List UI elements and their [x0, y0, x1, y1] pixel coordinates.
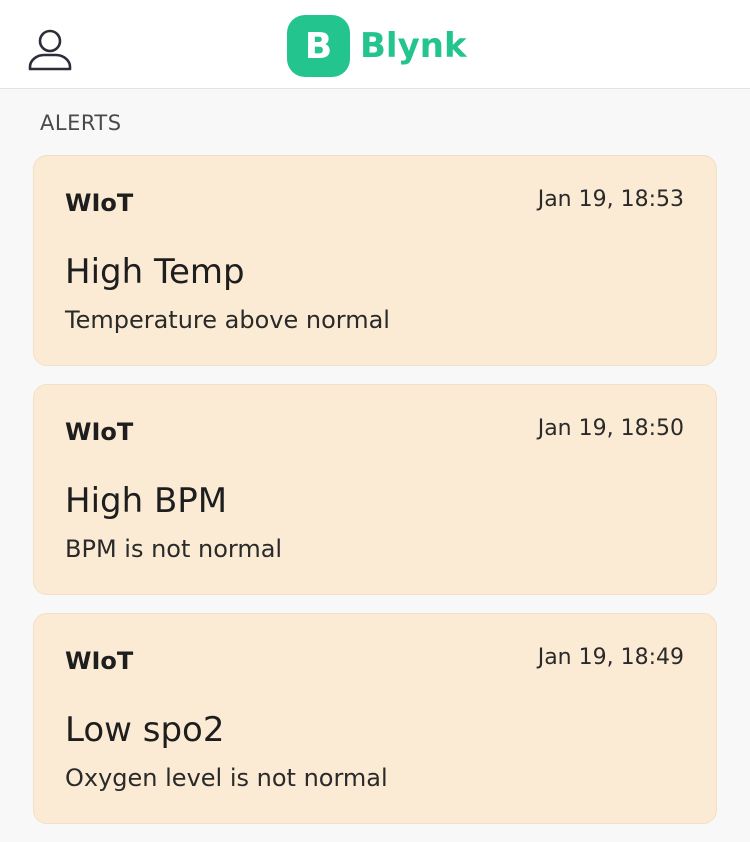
- alert-source: WIoT: [65, 647, 134, 675]
- alerts-list: WIoT Jan 19, 18:53 High Temp Temperature…: [33, 155, 717, 842]
- alert-message: Temperature above normal: [65, 306, 390, 334]
- alert-title: Low spo2: [65, 710, 225, 750]
- alert-title: High BPM: [65, 481, 228, 521]
- blynk-logo: B Blynk: [287, 15, 467, 77]
- alert-message: Oxygen level is not normal: [65, 764, 388, 792]
- logo-badge-icon: B: [287, 15, 350, 77]
- alert-time: Jan 19, 18:50: [537, 416, 684, 441]
- alert-message: BPM is not normal: [65, 535, 283, 563]
- alert-card[interactable]: WIoT Jan 19, 18:49 Low spo2 Oxygen level…: [33, 613, 717, 824]
- alert-source: WIoT: [65, 189, 134, 217]
- profile-button[interactable]: [22, 22, 78, 78]
- alert-time: Jan 19, 18:53: [537, 187, 684, 212]
- app-name: Blynk: [360, 26, 467, 66]
- app-header: B Blynk: [0, 0, 750, 89]
- section-title: ALERTS: [40, 111, 122, 135]
- alert-card[interactable]: WIoT Jan 19, 18:50 High BPM BPM is not n…: [33, 384, 717, 595]
- user-icon: [28, 29, 72, 71]
- alert-source: WIoT: [65, 418, 134, 446]
- alert-card[interactable]: WIoT Jan 19, 18:53 High Temp Temperature…: [33, 155, 717, 366]
- alert-time: Jan 19, 18:49: [537, 645, 684, 670]
- alert-title: High Temp: [65, 252, 245, 292]
